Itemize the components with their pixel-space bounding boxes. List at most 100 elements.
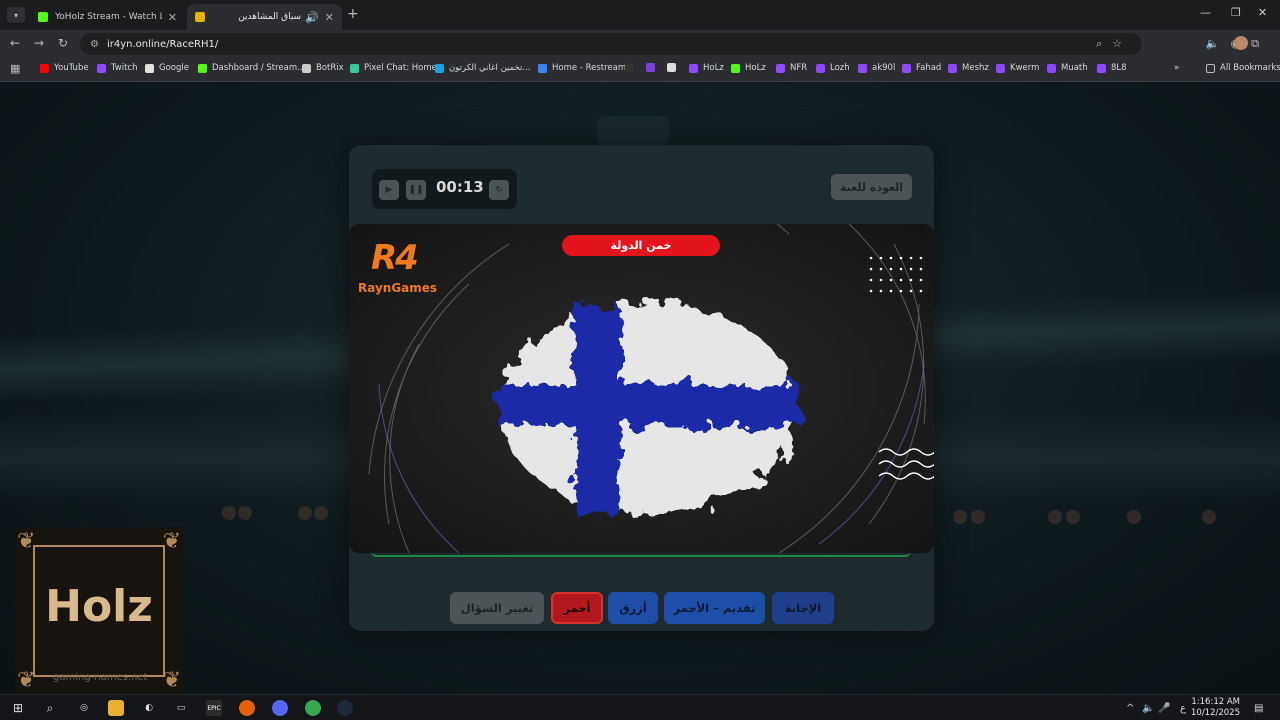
bookmark-item[interactable]: Kwerm xyxy=(996,63,1039,73)
mic-icon[interactable]: 🎤 xyxy=(1158,703,1170,714)
site-info-icon[interactable]: ⚙ xyxy=(90,39,99,50)
volume-icon[interactable]: 🔈 xyxy=(1142,703,1154,714)
bookmark-favicon-icon xyxy=(816,63,825,73)
discord-icon[interactable] xyxy=(272,700,288,716)
red-team-button[interactable]: أحمر xyxy=(551,592,603,624)
bookmark-label: Google xyxy=(159,63,189,73)
background-token xyxy=(238,506,252,520)
bookmark-label: تخمين اغاني الكرتون... xyxy=(449,63,531,73)
reset-button[interactable]: ↻ xyxy=(489,180,509,200)
steam-icon[interactable] xyxy=(337,700,353,716)
answer-button[interactable]: الإجابة xyxy=(772,592,834,624)
file-explorer-icon[interactable] xyxy=(108,700,124,716)
folder-icon xyxy=(1206,63,1215,73)
advance-red-button[interactable]: تقديم – الأحمر xyxy=(664,592,765,624)
system-clock[interactable]: 1:16:12 AM 10/12/2025 xyxy=(1191,697,1240,719)
back-to-game-button[interactable]: العودة للعبة xyxy=(831,174,912,200)
logo-mark-text: R4 xyxy=(371,238,419,278)
windows-start-icon[interactable]: ⊞ xyxy=(10,700,26,716)
bookmark-item[interactable]: Lozh xyxy=(816,63,850,73)
firefox-icon[interactable] xyxy=(239,700,255,716)
back-icon[interactable]: ← xyxy=(10,36,20,50)
app-icon[interactable]: ▭ xyxy=(173,700,189,716)
all-bookmarks[interactable]: All Bookmarks xyxy=(1206,63,1280,73)
bookmark-item[interactable]: Home - Restream xyxy=(538,63,626,73)
bookmark-favicon-icon xyxy=(625,63,634,72)
bookmark-item[interactable] xyxy=(625,63,639,72)
notifications-icon[interactable]: ▤ xyxy=(1254,703,1263,714)
raynGames-logo-text: RaynGames xyxy=(358,281,438,295)
change-question-button[interactable]: تغيير السؤال xyxy=(450,592,544,624)
close-tab-icon[interactable]: ✕ xyxy=(168,11,177,24)
reload-icon[interactable]: ↻ xyxy=(58,36,68,50)
background-token xyxy=(1066,510,1080,524)
bookmark-item[interactable]: ak90l xyxy=(858,63,895,73)
blue-team-button[interactable]: أزرق xyxy=(608,592,658,624)
search-icon[interactable]: ⌕ xyxy=(42,700,58,716)
tab-yoholz[interactable]: YoHolz Stream - Watch Live on ✕ xyxy=(30,4,185,30)
bookmark-item[interactable]: Pixel Chat: Home xyxy=(350,63,437,73)
background-token xyxy=(971,510,985,524)
tab-title: YoHolz Stream - Watch Live on xyxy=(55,12,162,22)
bookmark-favicon-icon xyxy=(731,63,740,73)
bookmark-item[interactable]: HoLz xyxy=(731,63,766,73)
bookmark-favicon-icon xyxy=(145,63,154,73)
bookmark-item[interactable]: NFR xyxy=(776,63,807,73)
language-indicator[interactable]: ع xyxy=(1180,703,1186,714)
new-tab-button[interactable]: + xyxy=(347,6,359,22)
bookmark-item[interactable]: Dashboard / Stream... xyxy=(198,63,305,73)
bookmark-item[interactable] xyxy=(667,63,681,72)
background-widget xyxy=(597,116,669,146)
audio-icon[interactable]: 🔊 xyxy=(305,11,319,24)
bookmark-item[interactable]: Meshz xyxy=(948,63,989,73)
chrome-icon[interactable] xyxy=(305,700,321,716)
app-icon[interactable]: ◐ xyxy=(141,700,157,716)
ornament-icon: ❦ xyxy=(162,668,181,693)
forward-icon[interactable]: → xyxy=(34,36,44,50)
zoom-and-star-icons[interactable]: ⌕☆ xyxy=(1096,37,1132,51)
bookmark-item[interactable] xyxy=(646,63,660,72)
address-bar[interactable]: ⚙ ir4yn.online/RaceRH1/ ⌕☆ xyxy=(80,33,1142,55)
bookmark-item[interactable]: Fahad xyxy=(902,63,941,73)
toolbar: ← → ↻ ⚙ ir4yn.online/RaceRH1/ ⌕☆ 🔈◉⧉ xyxy=(0,30,1280,58)
bookmark-favicon-icon xyxy=(1097,63,1106,73)
tab-race[interactable]: سباق المشاهدين 🔊 ✕ xyxy=(187,4,342,30)
kick-icon xyxy=(38,12,48,22)
bookmark-item[interactable]: Google xyxy=(145,63,189,73)
taskbar: ⊞ ⌕ ◎ ◐ ▭ EPIC ^ 🔈 ع 🎤 1:16:12 AM 10/12/… xyxy=(0,694,1280,720)
bookmark-favicon-icon xyxy=(858,63,867,73)
bookmark-label: BotRix xyxy=(316,63,344,73)
game-panel: ▶ ❚❚ 00:13 ↻ العودة للعبة R4 RaynGames خ… xyxy=(349,145,934,631)
bookmark-item[interactable]: Muath xyxy=(1047,63,1088,73)
bookmark-label: Pixel Chat: Home xyxy=(364,63,437,73)
question-banner: خمن الدولة xyxy=(562,235,720,256)
apps-icon[interactable]: ▦ xyxy=(10,62,20,75)
background-token xyxy=(222,506,236,520)
bookmark-item[interactable]: Twitch xyxy=(97,63,138,73)
tab-search-button[interactable]: ▾ xyxy=(7,7,25,23)
bookmark-favicon-icon xyxy=(302,63,311,73)
pause-button[interactable]: ❚❚ xyxy=(406,180,426,200)
minimize-button[interactable]: — xyxy=(1200,6,1211,19)
bookmark-item[interactable]: HoLz xyxy=(689,63,724,73)
widgets-icon[interactable]: ◎ xyxy=(76,700,92,716)
close-window-button[interactable]: ✕ xyxy=(1258,6,1267,19)
close-tab-icon[interactable]: ✕ xyxy=(325,11,334,24)
bookmark-item[interactable]: YouTube xyxy=(40,63,89,73)
bookmark-favicon-icon xyxy=(667,63,676,72)
restore-button[interactable]: ❐ xyxy=(1231,6,1241,19)
bookmark-item[interactable]: 8L8 xyxy=(1097,63,1127,73)
clock-time: 1:16:12 AM xyxy=(1191,697,1240,707)
bookmark-item[interactable]: تخمين اغاني الكرتون... xyxy=(435,63,531,73)
tray-chevron-icon[interactable]: ^ xyxy=(1126,703,1134,714)
overlay-watermark: gaming-names.net xyxy=(53,672,148,683)
bookmark-favicon-icon xyxy=(902,63,911,73)
epic-games-icon[interactable]: EPIC xyxy=(206,700,222,716)
tab-strip: ▾ YoHolz Stream - Watch Live on ✕ سباق ا… xyxy=(0,0,1280,30)
bookmark-favicon-icon xyxy=(97,63,106,73)
play-button[interactable]: ▶ xyxy=(379,180,399,200)
bookmark-item[interactable]: BotRix xyxy=(302,63,344,73)
more-bookmarks-icon[interactable]: » xyxy=(1174,63,1179,73)
profile-avatar[interactable] xyxy=(1234,36,1248,50)
bookmark-favicon-icon xyxy=(996,63,1005,73)
